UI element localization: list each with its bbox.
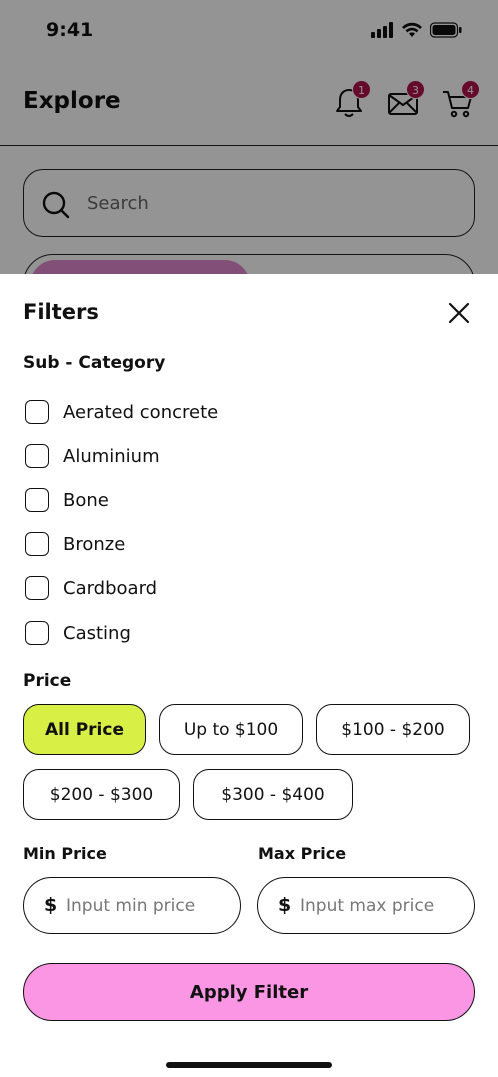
checkbox-label: Aerated concrete xyxy=(63,401,219,423)
checkbox-cardboard[interactable]: Cardboard xyxy=(23,573,157,603)
min-price-input[interactable] xyxy=(66,886,226,926)
checkbox-aluminium[interactable]: Aluminium xyxy=(23,441,160,471)
checkbox[interactable] xyxy=(25,576,49,600)
min-price-field[interactable]: $ xyxy=(23,877,241,934)
price-label: Price xyxy=(23,671,72,691)
close-button[interactable] xyxy=(444,298,474,328)
filters-sheet: Filters Sub - Category Aerated concrete … xyxy=(0,274,498,1077)
checkbox-label: Bone xyxy=(63,489,109,511)
checkbox-bone[interactable]: Bone xyxy=(23,485,109,515)
apply-filter-button[interactable]: Apply Filter xyxy=(23,963,475,1021)
price-option-up-to-100[interactable]: Up to $100 xyxy=(159,704,303,755)
sub-category-label: Sub - Category xyxy=(23,353,166,373)
checkbox-label: Casting xyxy=(63,622,131,644)
checkbox[interactable] xyxy=(25,621,49,645)
dollar-icon: $ xyxy=(44,894,58,916)
checkbox-bronze[interactable]: Bronze xyxy=(23,529,125,559)
checkbox[interactable] xyxy=(25,400,49,424)
price-option-300-400[interactable]: $300 - $400 xyxy=(193,769,353,820)
price-option-100-200[interactable]: $100 - $200 xyxy=(316,704,470,755)
checkbox-label: Bronze xyxy=(63,533,126,555)
max-price-field[interactable]: $ xyxy=(257,877,475,934)
modal-overlay[interactable] xyxy=(0,0,498,274)
home-indicator xyxy=(166,1062,332,1068)
filters-title: Filters xyxy=(23,300,99,324)
price-option-all[interactable]: All Price xyxy=(23,704,146,755)
checkbox[interactable] xyxy=(25,444,49,468)
max-price-label: Max Price xyxy=(258,844,347,863)
checkbox-label: Cardboard xyxy=(63,577,158,599)
price-option-200-300[interactable]: $200 - $300 xyxy=(23,769,180,820)
dollar-icon: $ xyxy=(278,894,292,916)
min-price-label: Min Price xyxy=(23,844,107,863)
close-icon xyxy=(448,302,470,324)
checkbox[interactable] xyxy=(25,532,49,556)
checkbox-casting[interactable]: Casting xyxy=(23,618,131,648)
checkbox-aerated-concrete[interactable]: Aerated concrete xyxy=(23,397,218,427)
checkbox-label: Aluminium xyxy=(63,445,160,467)
checkbox[interactable] xyxy=(25,488,49,512)
max-price-input[interactable] xyxy=(300,886,460,926)
